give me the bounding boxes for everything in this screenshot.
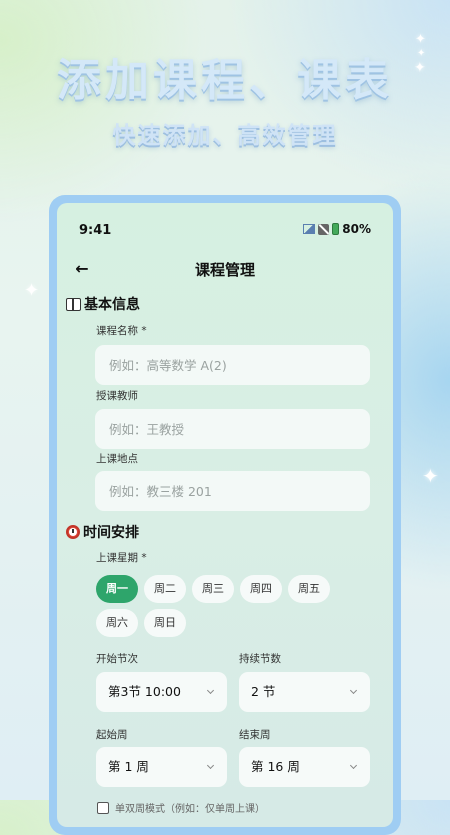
battery-icon	[332, 223, 340, 235]
end-week-label: 结束周	[239, 729, 271, 741]
phone-frame: 9:41 80% ← 课程管理 基本信息 课程名称 * 授课教师 上课地点 时间…	[49, 195, 401, 835]
no-sim-icon	[318, 223, 330, 235]
section-schedule: 时间安排	[66, 522, 139, 542]
weekday-label: 上课星期 *	[96, 552, 147, 564]
duration-value: 2 节	[251, 684, 276, 699]
sparkle-icon: ✦	[417, 48, 426, 59]
start-period-select[interactable]: 第3节 10:00	[96, 672, 227, 712]
odd-even-option[interactable]: 单双周模式（例如：仅单周上课）	[97, 800, 265, 815]
weekday-chip-tue[interactable]: 周二	[144, 575, 186, 603]
chevron-down-icon	[349, 686, 358, 695]
page-title: 课程管理	[194, 261, 255, 279]
section-schedule-title: 时间安排	[83, 525, 139, 541]
weekday-chip-sun[interactable]: 周日	[144, 609, 186, 637]
open-book-icon	[66, 297, 81, 311]
chevron-down-icon	[206, 686, 215, 695]
signal-icon	[303, 224, 316, 234]
status-bar: 9:41 80%	[57, 203, 393, 247]
weekday-chip-mon[interactable]: 周一	[96, 575, 138, 603]
weekday-chip-thu[interactable]: 周四	[240, 575, 282, 603]
section-basic-info-title: 基本信息	[84, 297, 140, 313]
teacher-input[interactable]	[95, 409, 370, 449]
start-week-value: 第 1 周	[108, 759, 149, 774]
end-week-value: 第 16 周	[251, 759, 300, 774]
odd-even-checkbox[interactable]	[97, 801, 109, 814]
phone-screen: 9:41 80% ← 课程管理 基本信息 课程名称 * 授课教师 上课地点 时间…	[57, 203, 393, 827]
duration-label: 持续节数	[239, 653, 281, 665]
course-name-label: 课程名称 *	[96, 325, 147, 337]
weekday-chip-sat[interactable]: 周六	[96, 609, 138, 637]
weekday-chip-fri[interactable]: 周五	[288, 575, 330, 603]
section-basic-info: 基本信息	[66, 294, 140, 314]
sparkle-icon: ✦	[422, 464, 439, 488]
status-icons: 80%	[303, 222, 371, 236]
duration-select[interactable]: 2 节	[239, 672, 370, 712]
start-week-label: 起始周	[96, 729, 128, 741]
hero-subtitle: 快速添加、高效管理	[112, 123, 338, 149]
location-label: 上课地点	[96, 453, 138, 465]
sparkle-icon: ✦	[414, 60, 426, 76]
battery-percent: 80%	[342, 222, 371, 236]
sparkle-icon: ✦	[415, 32, 426, 47]
end-week-select[interactable]: 第 16 周	[239, 747, 370, 787]
teacher-label: 授课教师	[96, 390, 138, 402]
start-week-select[interactable]: 第 1 周	[96, 747, 227, 787]
chevron-down-icon	[349, 761, 358, 770]
alarm-clock-icon	[66, 525, 80, 539]
sparkle-icon: ✦	[24, 280, 40, 301]
start-period-label: 开始节次	[96, 653, 138, 665]
course-name-input[interactable]	[95, 345, 370, 385]
start-period-value: 第3节 10:00	[108, 684, 181, 699]
app-bar: ← 课程管理	[57, 251, 393, 287]
odd-even-label: 单双周模式（例如：仅单周上课）	[115, 804, 265, 815]
chevron-down-icon	[206, 761, 215, 770]
status-time: 9:41	[79, 223, 112, 238]
location-input[interactable]	[95, 471, 370, 511]
weekday-chip-wed[interactable]: 周三	[192, 575, 234, 603]
hero-title: 添加课程、课表	[57, 55, 393, 106]
